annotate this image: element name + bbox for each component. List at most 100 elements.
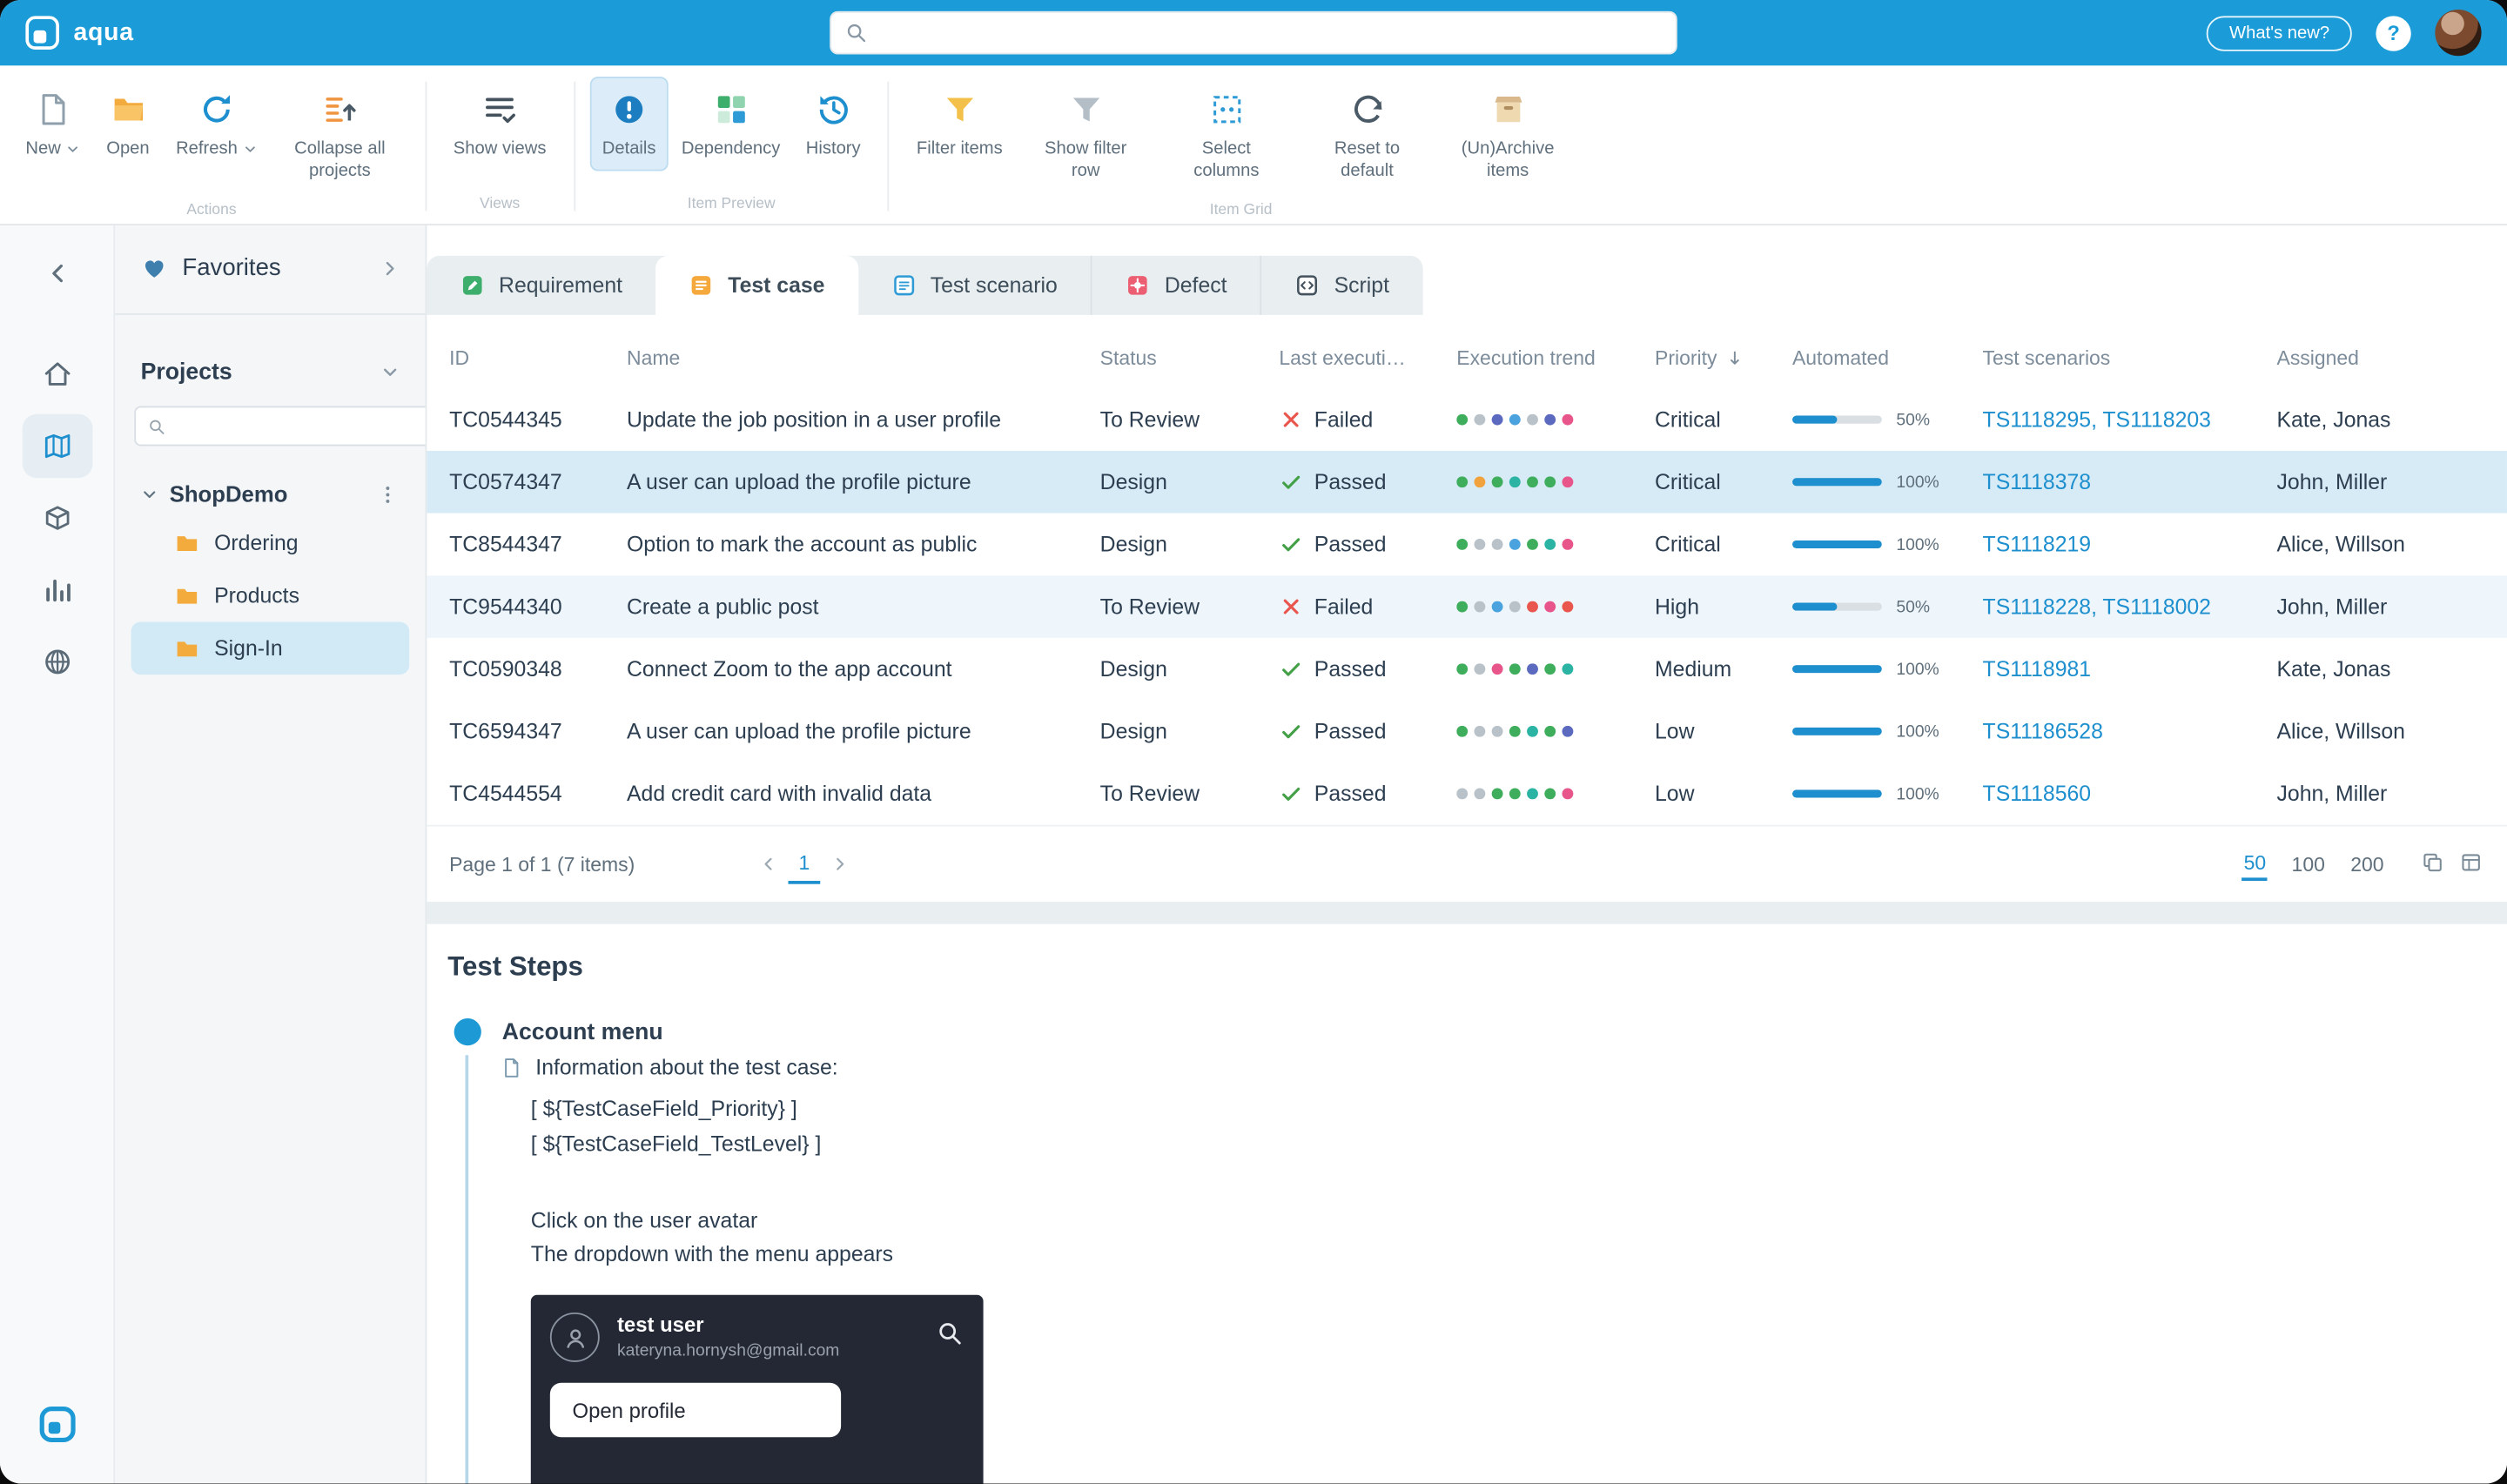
toolbar-buttons: DetailsDependencyHistory <box>589 77 873 171</box>
button-label-text: Collapse all projects <box>282 138 397 184</box>
details-button[interactable]: Details <box>589 77 669 171</box>
column-header-id[interactable]: ID <box>449 347 627 370</box>
row-tc0590348[interactable]: TC0590348Connect Zoom to the app account… <box>427 638 2507 701</box>
trend-dot-icon <box>1544 414 1556 426</box>
test-scenario-link[interactable]: TS1118981 <box>1983 657 2092 682</box>
test-scenario-link[interactable]: TS1118228, TS1118002 <box>1983 594 2211 619</box>
tab-label: Test scenario <box>931 273 1058 298</box>
tree-item-ordering[interactable]: Ordering <box>131 516 410 569</box>
instruction-line: The dropdown with the menu appears <box>531 1238 2507 1272</box>
column-header-test-scenarios[interactable]: Test scenarios <box>1983 347 2277 370</box>
cell-execution-trend <box>1456 476 1655 487</box>
tree-item-products[interactable]: Products <box>131 569 410 622</box>
column-label: Test scenarios <box>1983 347 2111 370</box>
test-scenario-link[interactable]: TS11186528 <box>1983 720 2103 744</box>
row-tc0544345[interactable]: TC0544345Update the job position in a us… <box>427 388 2507 451</box>
projects-header[interactable]: Projects <box>131 359 410 385</box>
test-scenario-link[interactable]: TS1118219 <box>1983 533 2092 557</box>
test-scenario-link[interactable]: TS1118378 <box>1983 470 2092 494</box>
nav-home-button[interactable] <box>22 342 92 406</box>
column-header-automated[interactable]: Automated <box>1792 347 1983 370</box>
tab-test-scenario[interactable]: Test scenario <box>858 256 1091 315</box>
trend-dot-icon <box>1492 601 1503 613</box>
tab-requirement[interactable]: Requirement <box>427 256 655 315</box>
cell-automated: 100% <box>1792 722 1983 741</box>
prev-page-button[interactable] <box>760 856 777 873</box>
help-button[interactable]: ? <box>2376 15 2410 50</box>
user-avatar[interactable] <box>2435 10 2481 56</box>
reset-to-default-button[interactable]: Reset to default <box>1297 77 1438 194</box>
tab-script[interactable]: Script <box>1260 256 1422 315</box>
open-button[interactable]: Open <box>93 77 164 171</box>
select-columns-button[interactable]: Select columns <box>1156 77 1297 194</box>
project-search-row <box>131 406 410 447</box>
kebab-menu-icon[interactable] <box>376 482 400 507</box>
trend-dot-icon <box>1492 476 1503 487</box>
page-size-200-button[interactable]: 200 <box>2349 849 2385 878</box>
page-size-options: 50 100 200 <box>2242 848 2386 880</box>
page-number-button[interactable]: 1 <box>789 845 821 883</box>
show-views-button[interactable]: Show views <box>440 77 559 171</box>
page-size-100-button[interactable]: 100 <box>2290 849 2327 878</box>
cell-assigned: Alice, Willson <box>2277 720 2483 744</box>
column-header-assigned[interactable]: Assigned <box>2277 347 2483 370</box>
trend-dot-icon <box>1544 476 1556 487</box>
global-search-input[interactable] <box>881 11 1663 55</box>
tab-test-case[interactable]: Test case <box>656 256 858 315</box>
toolbar-group-item-preview: DetailsDependencyHistoryItem Preview <box>589 77 873 224</box>
cell-test-scenarios: TS1118295, TS1118203 <box>1983 407 2277 432</box>
button-label: Open <box>106 138 149 160</box>
trend-dot-icon <box>1509 539 1521 550</box>
column-header-last-executi[interactable]: Last executi… <box>1279 347 1456 370</box>
filter-items-button[interactable]: Filter items <box>904 77 1015 171</box>
tree-item-sign-in[interactable]: Sign-In <box>131 621 410 675</box>
project-search-input[interactable] <box>176 415 424 438</box>
tab-label: Requirement <box>499 273 622 298</box>
column-header-status[interactable]: Status <box>1100 347 1280 370</box>
nav-reports-button[interactable] <box>22 558 92 621</box>
nav-integrations-button[interactable] <box>22 630 92 694</box>
automation-percentage: 100% <box>1896 534 1939 554</box>
nav-projects-button[interactable] <box>22 414 92 478</box>
toolbar-buttons: New Open Refresh Collapse all projects <box>13 77 411 194</box>
refresh-button[interactable]: Refresh <box>163 77 269 171</box>
column-header-name[interactable]: Name <box>627 347 1100 370</box>
cell-execution-trend <box>1456 789 1655 800</box>
copy-grid-button[interactable] <box>2421 849 2445 878</box>
button-label: Refresh <box>176 138 257 160</box>
new-button[interactable]: New <box>13 77 93 171</box>
whats-new-button[interactable]: What's new? <box>2207 15 2351 50</box>
row-tc0574347[interactable]: TC0574347A user can upload the profile p… <box>427 451 2507 514</box>
page-size-50-button[interactable]: 50 <box>2242 848 2268 880</box>
collapse-sidebar-button[interactable] <box>44 260 70 294</box>
topbar: aqua What's new? ? <box>0 0 2507 65</box>
execution-result-label: Failed <box>1314 594 1374 619</box>
show-filter-row-button[interactable]: Show filter row <box>1015 77 1156 194</box>
un-archive-items-button[interactable]: (Un)Archive items <box>1437 77 1578 194</box>
favorites-header[interactable]: Favorites <box>131 248 410 313</box>
home-icon <box>41 358 73 390</box>
row-tc8544347[interactable]: TC8544347Option to mark the account as p… <box>427 514 2507 576</box>
test-scenario-link[interactable]: TS1118295, TS1118203 <box>1983 407 2211 432</box>
column-header-execution-trend[interactable]: Execution trend <box>1456 347 1655 370</box>
row-tc4544554[interactable]: TC4544554Add credit card with invalid da… <box>427 762 2507 825</box>
button-label: (Un)Archive items <box>1450 138 1565 184</box>
row-tc9544340[interactable]: TC9544340Create a public postTo ReviewFa… <box>427 575 2507 638</box>
cell-status: Design <box>1100 470 1280 494</box>
chevron-right-icon[interactable] <box>380 259 400 278</box>
export-grid-button[interactable] <box>2459 849 2483 878</box>
dependency-button[interactable]: Dependency <box>669 77 793 171</box>
tab-defect[interactable]: Defect <box>1091 256 1260 315</box>
collapse-all-projects-button[interactable]: Collapse all projects <box>270 77 411 194</box>
tree-root-shopdemo[interactable]: ShopDemo <box>131 472 410 516</box>
trend-dot-icon <box>1456 601 1468 613</box>
new-document-icon <box>34 91 71 128</box>
next-page-button[interactable] <box>831 856 849 873</box>
column-header-priority[interactable]: Priority <box>1655 347 1792 370</box>
history-button[interactable]: History <box>793 77 873 171</box>
toolbar-group-separator <box>574 82 575 212</box>
nav-items-button[interactable] <box>22 486 92 549</box>
row-tc6594347[interactable]: TC6594347A user can upload the profile p… <box>427 700 2507 762</box>
passed-check-icon <box>1279 533 1303 557</box>
test-scenario-link[interactable]: TS1118560 <box>1983 782 2092 806</box>
